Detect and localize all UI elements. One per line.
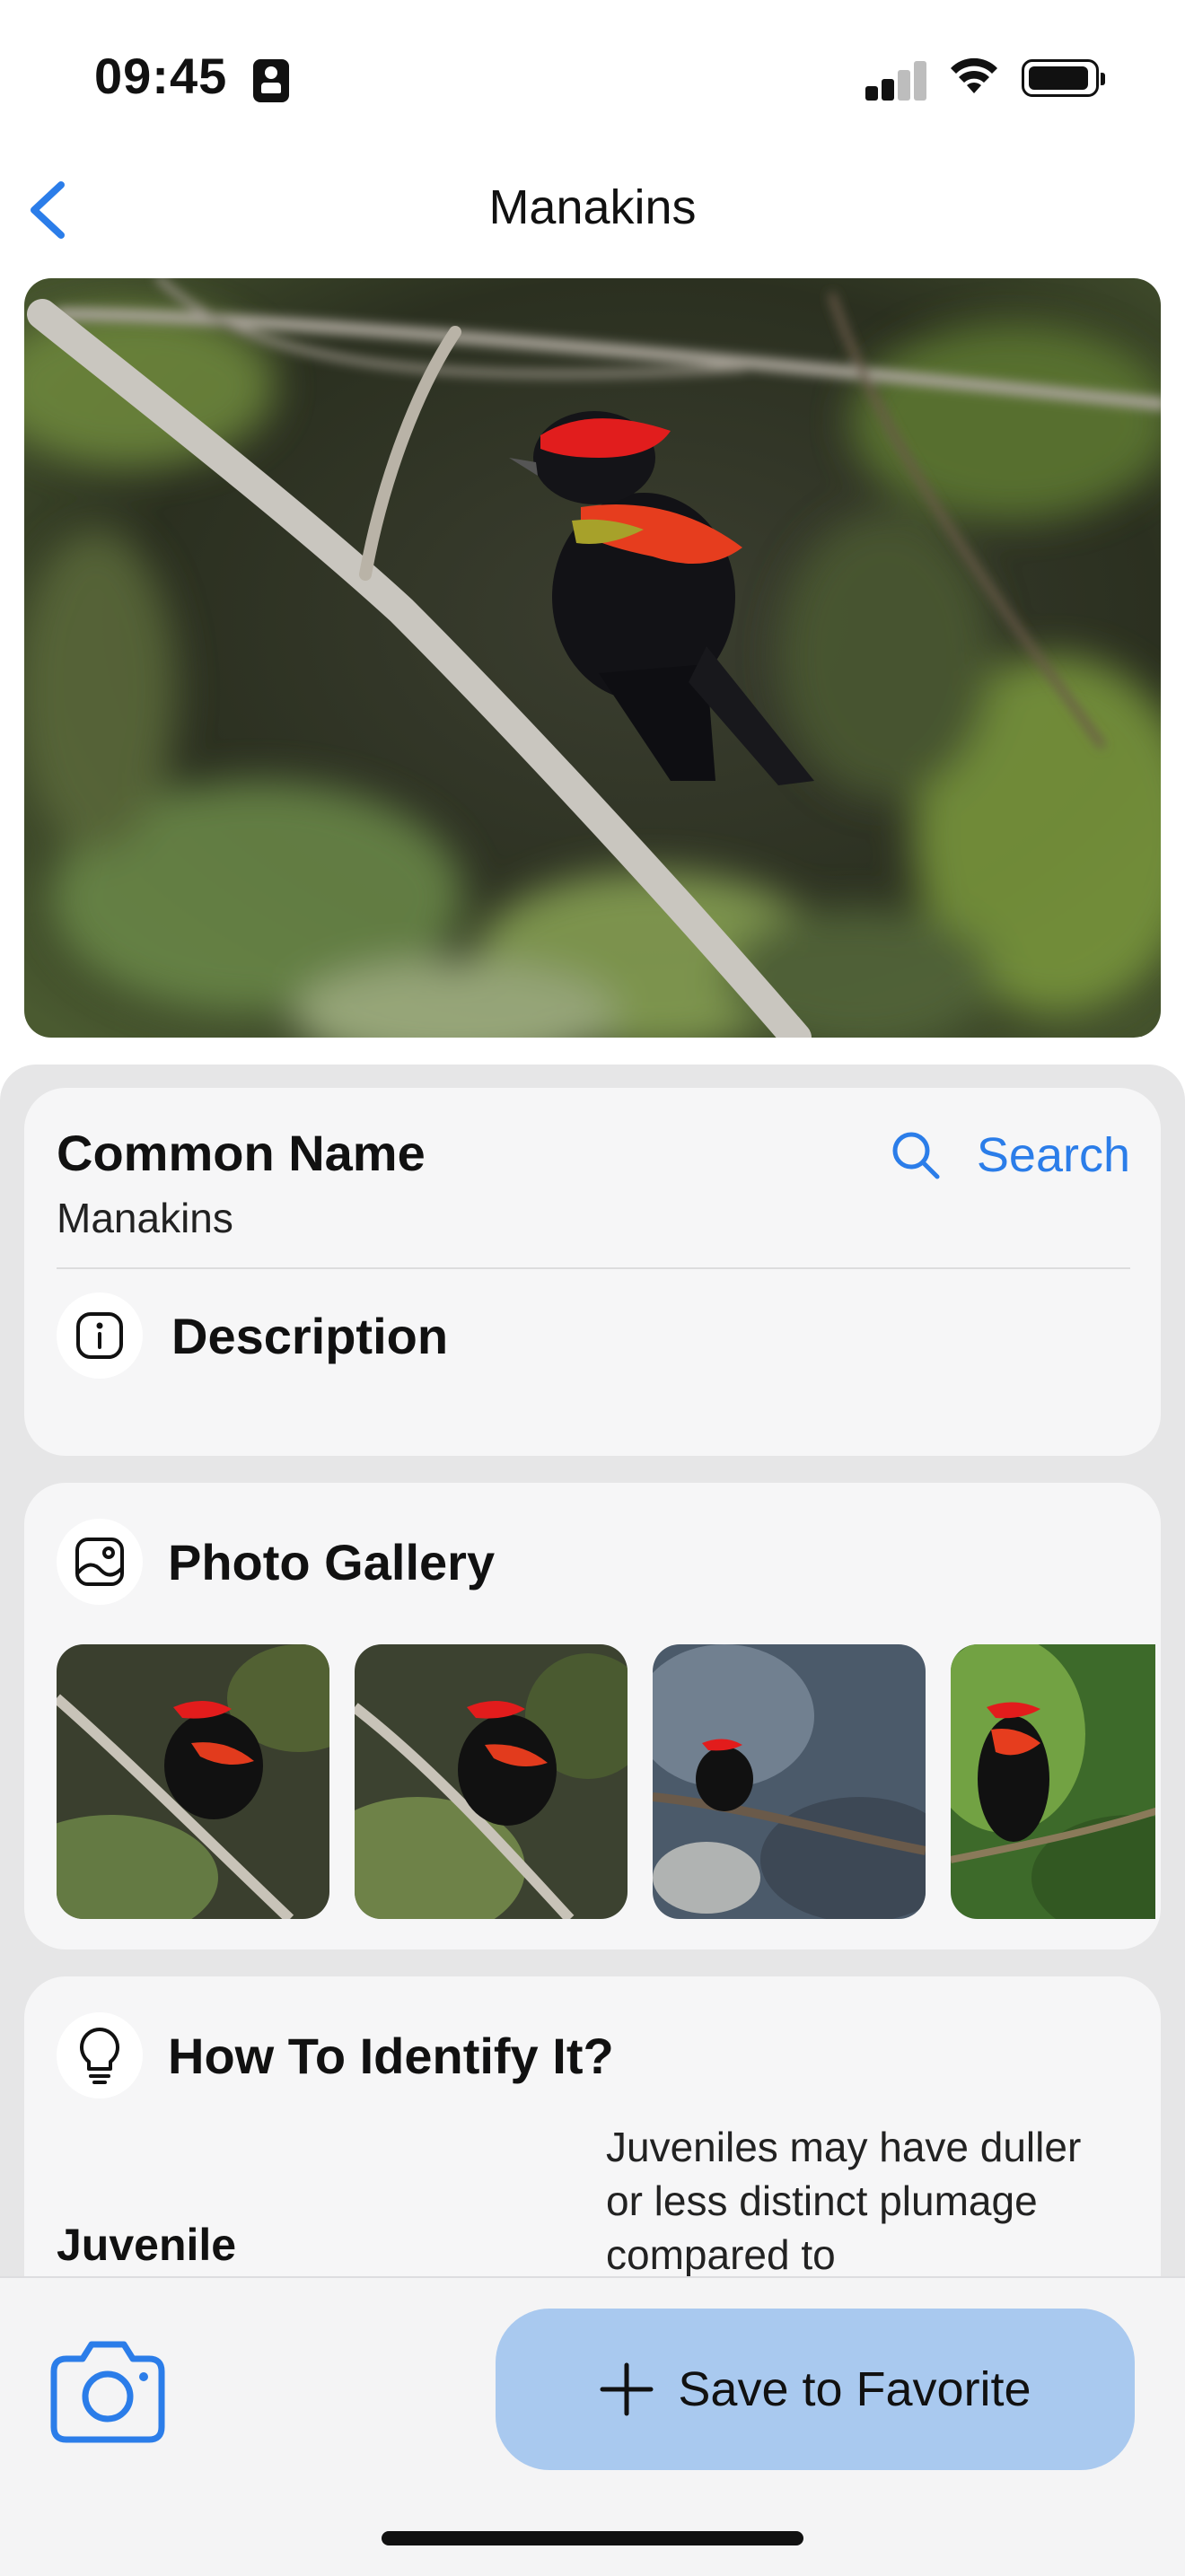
status-bar: 09:45	[0, 0, 1185, 153]
camera-icon	[50, 2341, 165, 2443]
photo-gallery-card: Photo Gallery	[24, 1483, 1161, 1950]
wifi-icon	[951, 57, 997, 93]
common-name-label: Common Name	[57, 1125, 426, 1181]
identification-header: How To Identify It?	[57, 2012, 614, 2098]
identification-title: How To Identify It?	[168, 2027, 614, 2084]
common-name-value: Manakins	[57, 1195, 233, 1241]
gallery-thumbnail[interactable]	[951, 1644, 1155, 1919]
photo-gallery-title: Photo Gallery	[168, 1533, 496, 1590]
photo-thumbnails	[57, 1644, 1155, 1923]
gallery-thumbnail[interactable]	[653, 1644, 926, 1919]
search-label: Search	[976, 1128, 1130, 1182]
gallery-thumbnail[interactable]	[57, 1644, 329, 1919]
gallery-thumbnail[interactable]	[355, 1644, 628, 1919]
description-row[interactable]: Description	[57, 1292, 448, 1379]
juvenile-label: Juvenile	[57, 2220, 237, 2270]
magnifier-icon	[892, 1132, 940, 1179]
lightbulb-icon	[57, 2012, 143, 2098]
divider	[57, 1267, 1130, 1269]
plus-icon	[600, 2362, 654, 2416]
description-title: Description	[171, 1307, 449, 1364]
hero-bird-photo	[24, 278, 1161, 1038]
status-time: 09:45	[94, 48, 228, 104]
info-icon	[57, 1292, 143, 1379]
save-label: Save to Favorite	[678, 2362, 1031, 2416]
home-indicator	[382, 2531, 803, 2545]
cellular-signal-icon	[865, 61, 928, 101]
camera-button[interactable]	[45, 2337, 171, 2445]
photo-gallery-header: Photo Gallery	[57, 1519, 495, 1605]
common-name-card: Common Name Manakins Search Description	[24, 1088, 1161, 1456]
juvenile-description: Juveniles may have duller or less distin…	[606, 2124, 1082, 2278]
battery-icon	[1022, 59, 1105, 97]
save-to-favorite-button[interactable]: Save to Favorite	[496, 2309, 1135, 2470]
page-title: Manakins	[488, 180, 697, 234]
search-button[interactable]: Search	[889, 1124, 1130, 1187]
photo-icon	[57, 1519, 143, 1605]
contact-card-icon	[253, 59, 289, 102]
